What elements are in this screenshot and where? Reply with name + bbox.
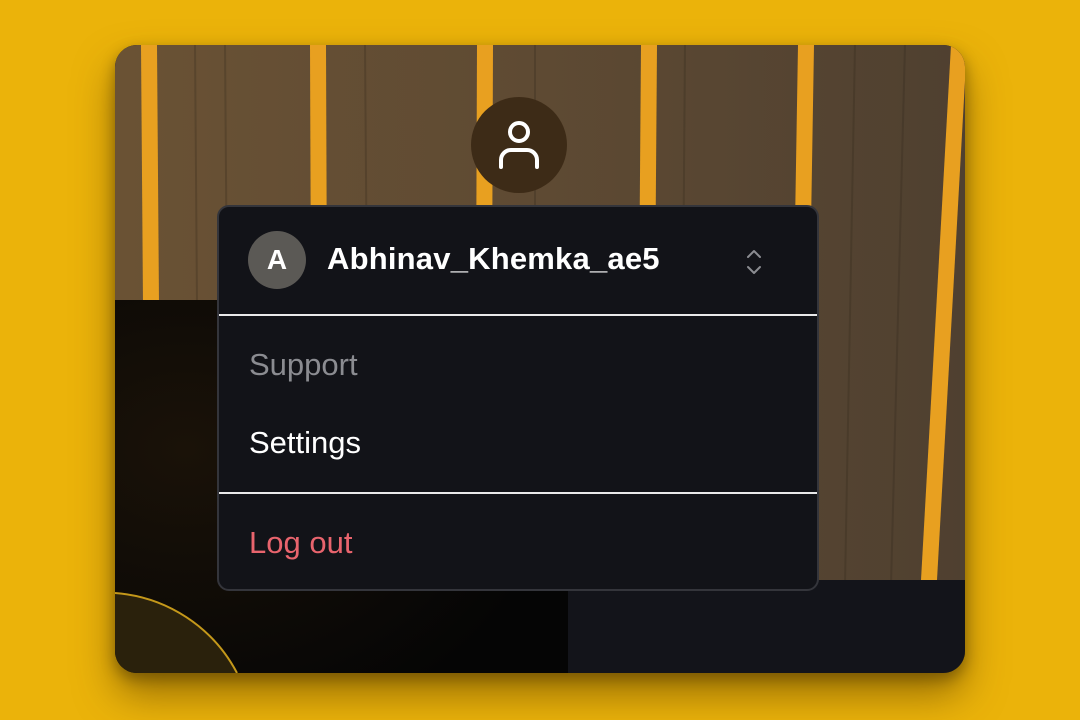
avatar: A — [248, 231, 306, 289]
profile-button[interactable] — [471, 97, 567, 193]
divider — [219, 314, 817, 316]
divider — [219, 492, 817, 494]
username: Abhinav_Khemka_ae5 — [327, 241, 660, 276]
menu-item-support[interactable]: Support — [249, 347, 358, 383]
menu-item-settings[interactable]: Settings — [249, 425, 361, 461]
app-window: A Abhinav_Khemka_ae5 Support Settings Lo… — [115, 45, 965, 673]
chevron-up-down-icon — [747, 250, 761, 274]
page-background: A Abhinav_Khemka_ae5 Support Settings Lo… — [0, 0, 1080, 720]
avatar-initial: A — [266, 244, 288, 275]
user-icon — [499, 121, 539, 169]
logout-button[interactable]: Log out — [249, 525, 352, 561]
account-menu: A Abhinav_Khemka_ae5 Support Settings Lo… — [217, 205, 819, 591]
account-switcher[interactable]: A Abhinav_Khemka_ae5 — [219, 207, 817, 315]
